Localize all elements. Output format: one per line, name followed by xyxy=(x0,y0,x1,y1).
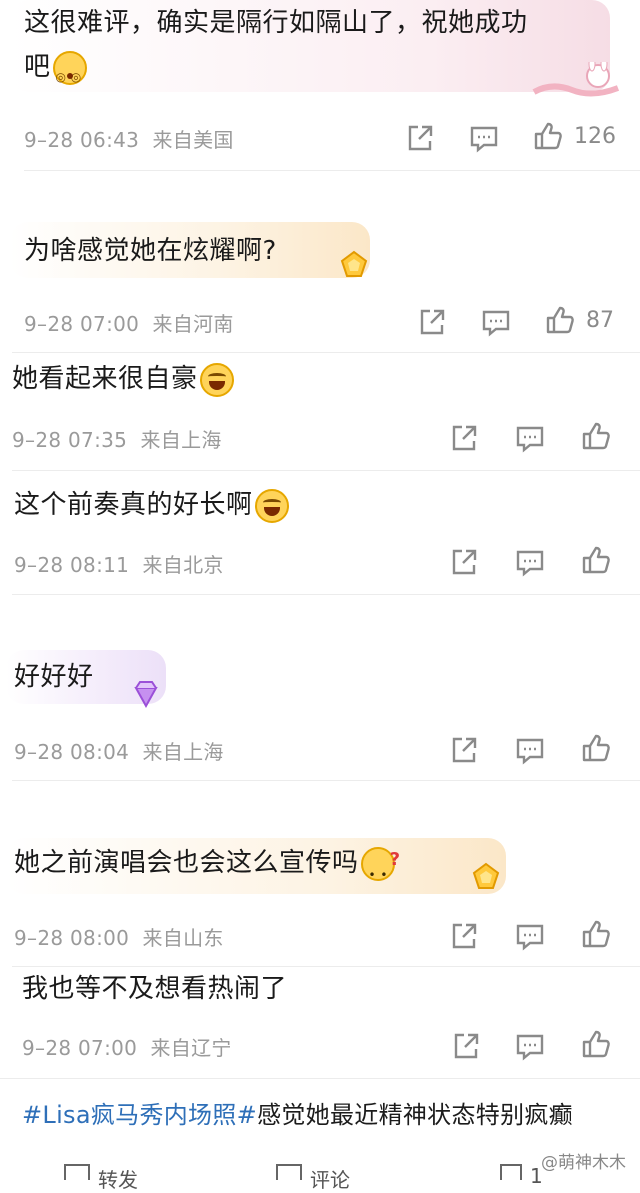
comment-time: 9–28 08:04 xyxy=(14,740,130,764)
comment-meta: 9–28 08:00 来自山东 xyxy=(14,922,224,951)
dizzy-emoji-icon xyxy=(52,50,87,98)
like-icon[interactable] xyxy=(580,732,612,764)
thinking-question-emoji-icon xyxy=(360,839,401,896)
like-icon[interactable] xyxy=(580,420,612,452)
caption-text: 感觉她最近精神状态特别疯癫 xyxy=(257,1101,573,1129)
like-icon[interactable] xyxy=(580,918,612,950)
comment-text: 她看起来很自豪 xyxy=(12,358,234,400)
comment-meta: 9–28 08:11 来自北京 xyxy=(14,549,224,578)
comment-meta: 9–28 07:35 来自上海 xyxy=(12,424,222,453)
like-count: 126 xyxy=(574,124,616,149)
comment-text: 这很难评，确实是隔行如隔山了，祝她成功 xyxy=(24,8,528,38)
laughing-crying-emoji-icon xyxy=(254,488,289,523)
comment-time: 9–28 07:00 xyxy=(22,1036,138,1060)
bunny-sticker-icon xyxy=(532,56,622,102)
divider xyxy=(12,352,640,353)
purple-diamond-badge-icon xyxy=(128,676,164,712)
comment-text-line2: 吧 xyxy=(24,46,87,98)
comment-time: 9–28 08:00 xyxy=(14,926,130,950)
reply-icon[interactable] xyxy=(468,122,500,154)
gold-badge-icon xyxy=(336,248,372,284)
reply-icon[interactable] xyxy=(480,306,512,338)
watermark: @萌神木木 xyxy=(541,1153,626,1173)
comment-time: 9–28 07:35 xyxy=(12,428,128,452)
divider xyxy=(12,470,640,471)
gold-badge-icon xyxy=(468,860,504,896)
hashtag-caption: #Lisa疯马秀内场照#感觉她最近精神状态特别疯癫 xyxy=(22,1095,573,1130)
share-icon[interactable] xyxy=(448,422,480,454)
reply-icon[interactable] xyxy=(514,422,546,454)
divider xyxy=(12,594,640,595)
reply-icon[interactable] xyxy=(514,920,546,952)
comment-location: 来自河南 xyxy=(152,312,234,336)
like-icon[interactable] xyxy=(544,304,576,336)
comment-meta: 9–28 07:00 来自河南 xyxy=(24,308,234,337)
share-icon[interactable] xyxy=(404,122,436,154)
reply-icon[interactable] xyxy=(514,546,546,578)
share-icon[interactable] xyxy=(448,734,480,766)
laughing-crying-emoji-icon xyxy=(199,362,234,397)
like-button[interactable]: 1 xyxy=(500,1164,543,1188)
comment-text: 我也等不及想看热闹了 xyxy=(22,974,288,1004)
divider xyxy=(0,1078,640,1079)
comment-icon xyxy=(276,1164,302,1180)
comment-location: 来自上海 xyxy=(140,428,222,452)
divider xyxy=(24,170,640,171)
comment-location: 来自美国 xyxy=(152,128,234,152)
reply-icon[interactable] xyxy=(514,734,546,766)
comment-text: 为啥感觉她在炫耀啊? xyxy=(24,236,277,266)
share-icon[interactable] xyxy=(448,920,480,952)
comment-text: 她之前演唱会也会这么宣传吗 xyxy=(14,839,401,896)
comment-location: 来自辽宁 xyxy=(150,1036,232,1060)
comment-location: 来自山东 xyxy=(142,926,224,950)
comment-meta: 9–28 06:43 来自美国 xyxy=(24,124,234,153)
like-icon[interactable] xyxy=(580,1028,612,1060)
comment-meta: 9–28 07:00 来自辽宁 xyxy=(22,1032,232,1061)
like-icon[interactable] xyxy=(580,544,612,576)
like-count: 87 xyxy=(586,308,614,333)
comment-text: 这个前奏真的好长啊 xyxy=(14,484,289,526)
share-icon[interactable] xyxy=(416,306,448,338)
share-icon[interactable] xyxy=(448,546,480,578)
comment-time: 9–28 06:43 xyxy=(24,128,140,152)
comment-location: 来自北京 xyxy=(142,553,224,577)
share-icon[interactable] xyxy=(450,1030,482,1062)
hashtag-link[interactable]: #Lisa疯马秀内场照# xyxy=(22,1101,257,1129)
comment-button[interactable]: 评论 xyxy=(276,1164,350,1193)
reply-icon[interactable] xyxy=(514,1030,546,1062)
like-icon[interactable] xyxy=(532,120,564,152)
repost-button[interactable]: 转发 xyxy=(64,1164,138,1193)
repost-icon xyxy=(64,1164,90,1180)
comment-text: 好好好 xyxy=(14,662,94,692)
comment-location: 来自上海 xyxy=(142,740,224,764)
comment-meta: 9–28 08:04 来自上海 xyxy=(14,736,224,765)
comment-time: 9–28 07:00 xyxy=(24,312,140,336)
divider xyxy=(12,780,640,781)
thumbs-up-icon xyxy=(500,1164,522,1180)
comment-time: 9–28 08:11 xyxy=(14,553,130,577)
divider xyxy=(12,966,640,967)
